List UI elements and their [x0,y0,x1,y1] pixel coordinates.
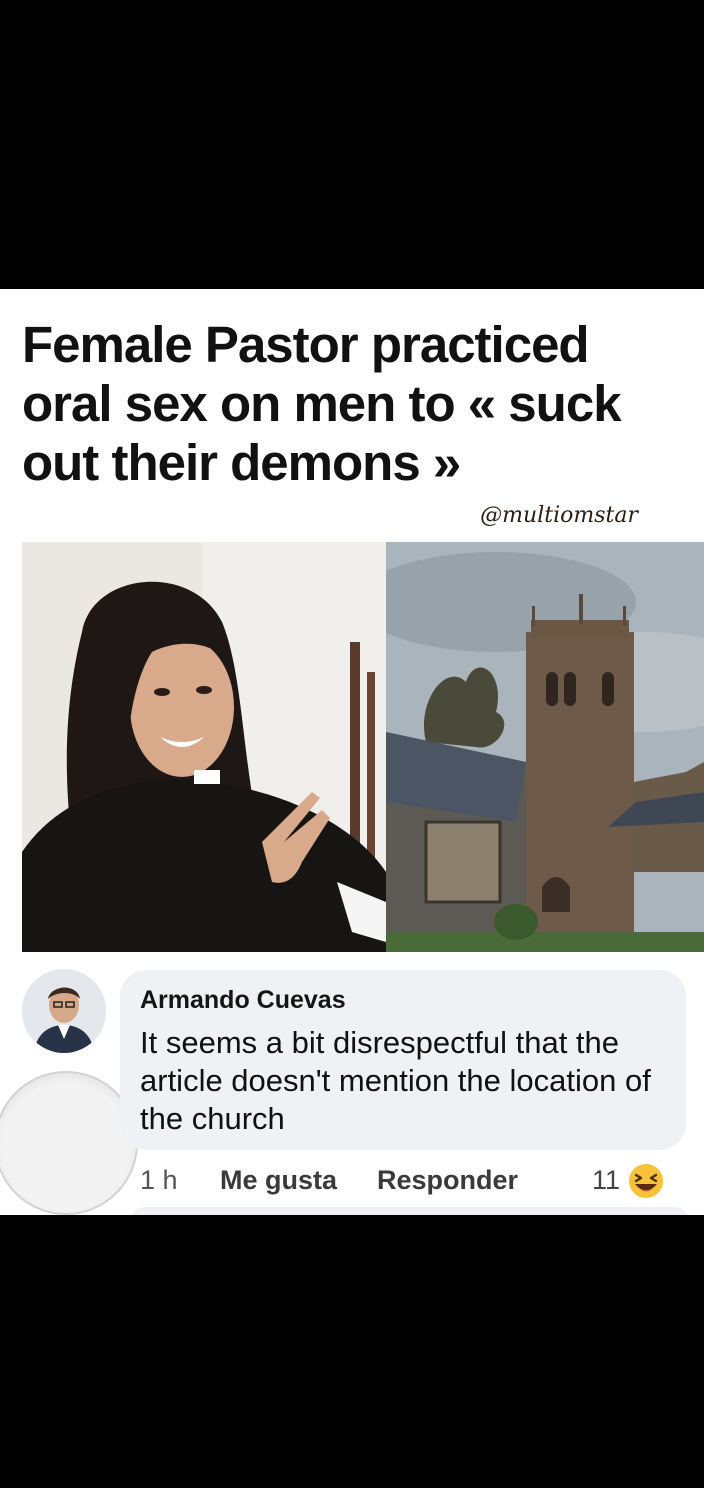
stone-church-photo [386,542,704,952]
reaction-count[interactable]: 11 [592,1165,620,1196]
comment-actions: 1 h Me gusta Responder 11 [140,1161,680,1201]
woman-pastor-photo [22,542,386,952]
comment-text: It seems a bit disrespectful that the ar… [140,1025,651,1136]
comment-time: 1 h [140,1165,178,1195]
next-comment-bubble [130,1207,690,1215]
like-button[interactable]: Me gusta [220,1165,337,1196]
reply-button[interactable]: Responder [377,1165,518,1196]
commenter-avatar[interactable] [22,969,106,1053]
laughing-emoji-icon[interactable] [626,1161,666,1201]
overlay-circle [0,1071,138,1215]
comment-bubble: Armando Cuevas It seems a bit disrespect… [120,970,686,1150]
post-image-collage[interactable] [22,542,704,952]
post-headline: Female Pastor practiced oral sex on men … [22,316,622,491]
comment-author[interactable]: Armando Cuevas [140,986,346,1015]
watermark-signature: @multiomstar [480,503,638,528]
post-card: Female Pastor practiced oral sex on men … [0,289,704,1215]
